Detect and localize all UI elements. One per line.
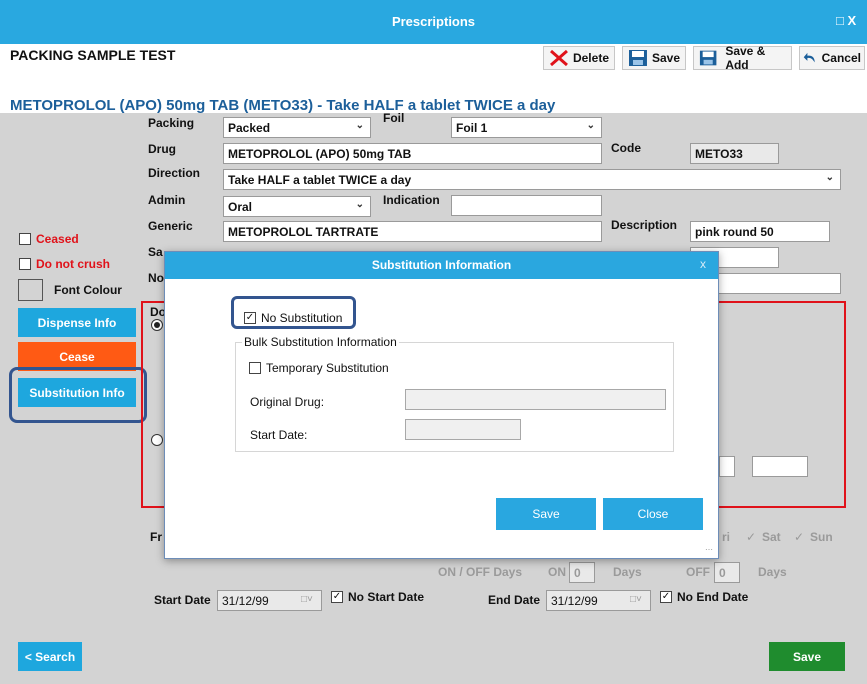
do-not-crush-label: Do not crush — [36, 257, 110, 271]
floppy-disk-icon — [628, 50, 647, 66]
start-date-label: Start Date — [154, 593, 211, 607]
font-colour-label: Font Colour — [54, 283, 122, 297]
window-title: Prescriptions — [391, 14, 476, 29]
fri-label: ri — [722, 530, 731, 544]
dialog-close-button[interactable]: Close — [603, 498, 703, 530]
day-field[interactable] — [752, 456, 808, 477]
drug-label: Drug — [148, 142, 176, 156]
packing-select[interactable]: Packed ⌄ — [223, 117, 371, 138]
no-end-date-label: No End Date — [677, 590, 749, 604]
off-label: OFF — [686, 565, 710, 579]
window-controls[interactable]: □ X — [836, 13, 856, 28]
no-substitution-checkbox[interactable]: ✓ — [244, 312, 256, 324]
temporary-substitution-label: Temporary Substitution — [266, 361, 389, 375]
chevron-down-icon: ⌄ — [586, 120, 595, 131]
dialog-title: Substitution Information — [371, 258, 512, 272]
dispense-info-button[interactable]: Dispense Info — [18, 308, 136, 337]
no-label: No — [148, 271, 164, 285]
description-label: Description — [611, 218, 678, 232]
indication-field[interactable] — [451, 195, 602, 216]
original-drug-field[interactable] — [405, 389, 666, 410]
chevron-down-icon: ⌄ — [355, 199, 364, 210]
dialog-titlebar: Substitution Information x — [165, 252, 718, 279]
end-date-field[interactable]: 31/12/99 □˅ — [546, 590, 651, 611]
window-titlebar: Prescriptions □ X — [0, 0, 867, 44]
admin-select[interactable]: Oral ⌄ — [223, 196, 371, 217]
onoff-days-label: ON / OFF Days — [438, 565, 523, 579]
dosage-radio-2[interactable] — [151, 434, 163, 446]
sun-label: Sun — [810, 530, 833, 544]
code-field[interactable]: METO33 — [690, 143, 779, 164]
sat-label: Sat — [762, 530, 781, 544]
sa-label: Sa — [148, 245, 163, 259]
partial-day-field[interactable] — [719, 456, 735, 477]
end-date-label: End Date — [488, 593, 541, 607]
save-toolbar-button[interactable]: Save — [622, 46, 686, 70]
chevron-down-icon: ⌄ — [825, 172, 834, 183]
admin-label: Admin — [148, 193, 186, 207]
substitution-dialog: Substitution Information x ✓ No Substitu… — [164, 251, 719, 559]
code-label: Code — [611, 141, 641, 155]
packing-label: Packing — [148, 116, 195, 130]
substitution-info-button[interactable]: Substitution Info — [18, 378, 136, 407]
ceased-checkbox[interactable] — [19, 233, 31, 245]
foil-label: Foil — [383, 111, 405, 125]
temporary-substitution-checkbox[interactable] — [249, 362, 261, 374]
chevron-down-icon: ⌄ — [355, 120, 364, 131]
original-drug-label: Original Drug: — [250, 395, 325, 409]
page-title: PACKING SAMPLE TEST — [10, 47, 176, 63]
ceased-label: Ceased — [36, 232, 79, 246]
days-label: Days — [613, 565, 642, 579]
delete-button[interactable]: Delete — [543, 46, 615, 70]
generic-label: Generic — [148, 219, 193, 233]
calendar-icon[interactable]: □˅ — [301, 594, 313, 605]
foil-select[interactable]: Foil 1 ⌄ — [451, 117, 602, 138]
search-back-button[interactable]: < Search — [18, 642, 82, 671]
no-end-date-checkbox[interactable]: ✓ — [660, 591, 672, 603]
no-start-date-label: No Start Date — [348, 590, 425, 604]
do-not-crush-checkbox[interactable] — [19, 258, 31, 270]
dialog-save-button[interactable]: Save — [496, 498, 596, 530]
drug-field[interactable]: METOPROLOL (APO) 50mg TAB — [223, 143, 602, 164]
check-icon[interactable]: ✓ — [794, 530, 804, 544]
generic-field[interactable]: METOPROLOL TARTRATE — [223, 221, 602, 242]
drug-heading: METOPROLOL (APO) 50mg TAB (METO33) - Tak… — [10, 97, 556, 114]
undo-arrow-icon — [803, 52, 815, 63]
dosage-radio-1[interactable] — [151, 319, 163, 331]
save-bottom-button[interactable]: Save — [769, 642, 845, 671]
days-label: Days — [758, 565, 787, 579]
save-and-add-button[interactable]: Save & Add — [693, 44, 792, 72]
check-icon[interactable]: ✓ — [746, 530, 756, 544]
close-icon[interactable]: x — [700, 257, 706, 271]
delete-x-icon — [550, 49, 568, 67]
bulk-substitution-title: Bulk Substitution Information — [242, 335, 399, 349]
floppy-disk-icon — [699, 50, 717, 66]
on-label: ON — [548, 565, 566, 579]
no-start-date-checkbox[interactable]: ✓ — [331, 591, 343, 603]
start-date-field[interactable]: 31/12/99 □˅ — [217, 590, 322, 611]
calendar-icon[interactable]: □˅ — [630, 594, 642, 605]
on-days-field[interactable]: 0 — [569, 562, 595, 583]
cancel-button[interactable]: Cancel — [799, 46, 865, 70]
resize-grip-icon[interactable]: ⋯ — [705, 545, 713, 554]
font-colour-swatch[interactable] — [18, 279, 43, 301]
description-field[interactable]: pink round 50 — [690, 221, 830, 242]
direction-label: Direction — [148, 166, 201, 180]
no-substitution-label: No Substitution — [261, 311, 343, 325]
start-date-field-dialog[interactable] — [405, 419, 521, 440]
off-days-field[interactable]: 0 — [714, 562, 740, 583]
start-date-label-dialog: Start Date: — [250, 428, 308, 442]
radio-dot — [154, 322, 160, 328]
indication-label: Indication — [383, 193, 440, 207]
direction-select[interactable]: Take HALF a tablet TWICE a day ⌄ — [223, 169, 841, 190]
fr-label: Fr — [150, 530, 162, 544]
